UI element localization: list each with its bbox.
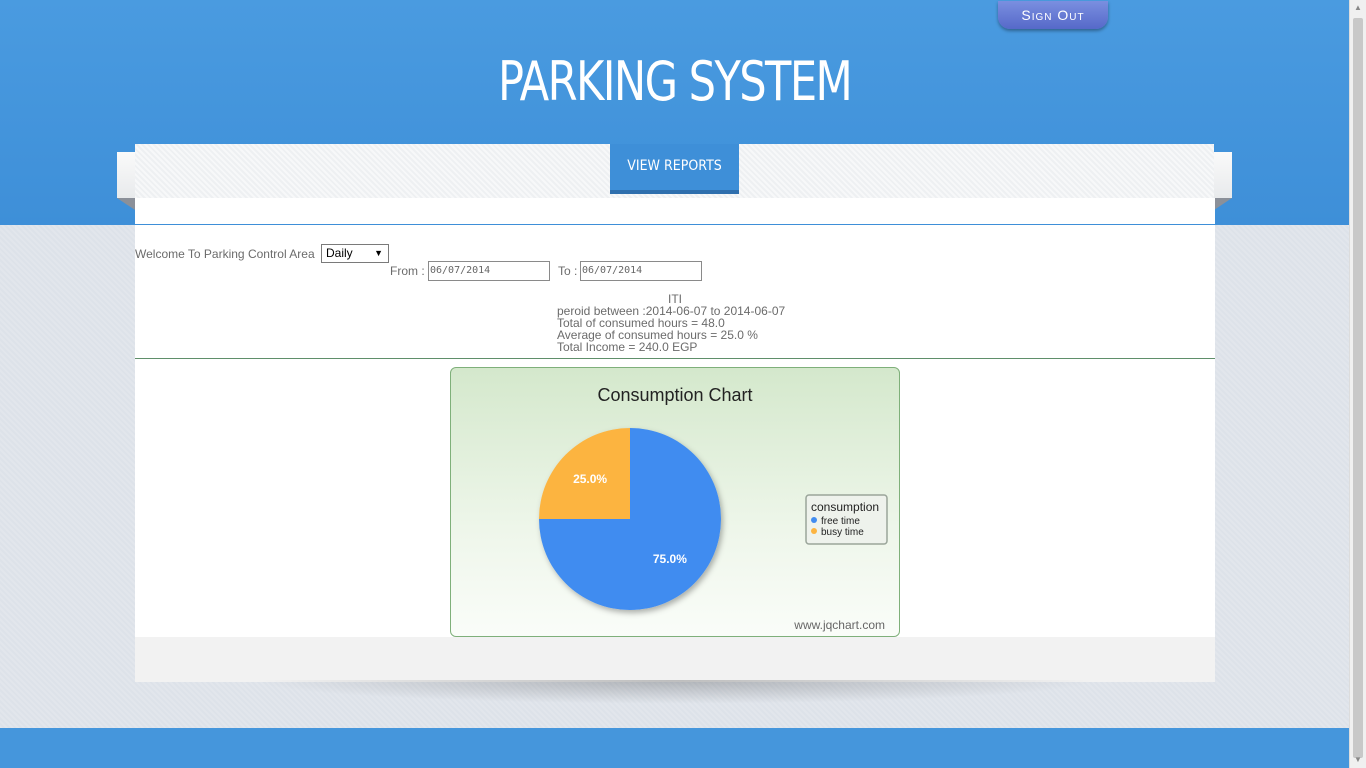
content-shadow — [250, 680, 1100, 704]
footer-band — [0, 728, 1349, 768]
nav-ribbon-right — [1212, 152, 1232, 198]
pie-slice-label: 75.0% — [653, 552, 687, 566]
pie-slice-label: 25.0% — [573, 472, 607, 486]
vertical-scrollbar[interactable]: ▲ ▼ — [1349, 0, 1366, 768]
divider — [135, 358, 1215, 359]
nav-tab-view-reports-label: VIEW REPORTS — [627, 158, 722, 174]
nav-ribbon-left — [117, 152, 137, 198]
nav-tab-view-reports[interactable]: VIEW REPORTS — [610, 144, 739, 194]
legend-item: busy time — [821, 527, 864, 538]
chart-watermark: www.jqchart.com — [793, 618, 885, 632]
site-title: PARKING SYSTEM — [497, 50, 853, 113]
legend-title: consumption — [811, 500, 879, 514]
legend-marker — [811, 517, 817, 523]
period-select[interactable]: Daily ▼ — [321, 244, 389, 263]
period-select-value: Daily — [326, 246, 353, 260]
consumption-chart: Consumption Chart 75.0% 25.0% consumption fr… — [450, 367, 900, 637]
to-label: To : — [558, 264, 578, 278]
divider — [135, 224, 1215, 225]
welcome-label: Welcome To Parking Control Area — [135, 247, 315, 261]
from-label: From : — [390, 264, 425, 278]
nav-fold-left — [117, 198, 135, 210]
chart-legend: consumption free timebusy time — [805, 494, 888, 545]
scroll-thumb[interactable] — [1353, 18, 1363, 758]
scroll-up-arrow-icon[interactable]: ▲ — [1350, 0, 1366, 16]
sign-out-button[interactable]: Sign Out — [998, 1, 1108, 29]
scroll-down-arrow-icon[interactable]: ▼ — [1350, 752, 1366, 768]
dropdown-arrow-icon: ▼ — [374, 248, 383, 258]
report-total-income: Total Income = 240.0 EGP — [557, 340, 698, 354]
chart-title: Consumption Chart — [597, 385, 752, 405]
content-footer-strip — [135, 637, 1215, 682]
from-date-input[interactable]: 06/07/2014 — [428, 261, 550, 281]
pie-group — [539, 428, 721, 610]
legend-marker — [811, 528, 817, 534]
chart-canvas: Consumption Chart 75.0% 25.0% consumption fr… — [539, 385, 888, 632]
legend-item: free time — [821, 516, 860, 527]
to-date-input[interactable]: 06/07/2014 — [580, 261, 702, 281]
nav-fold-right — [1214, 198, 1232, 210]
